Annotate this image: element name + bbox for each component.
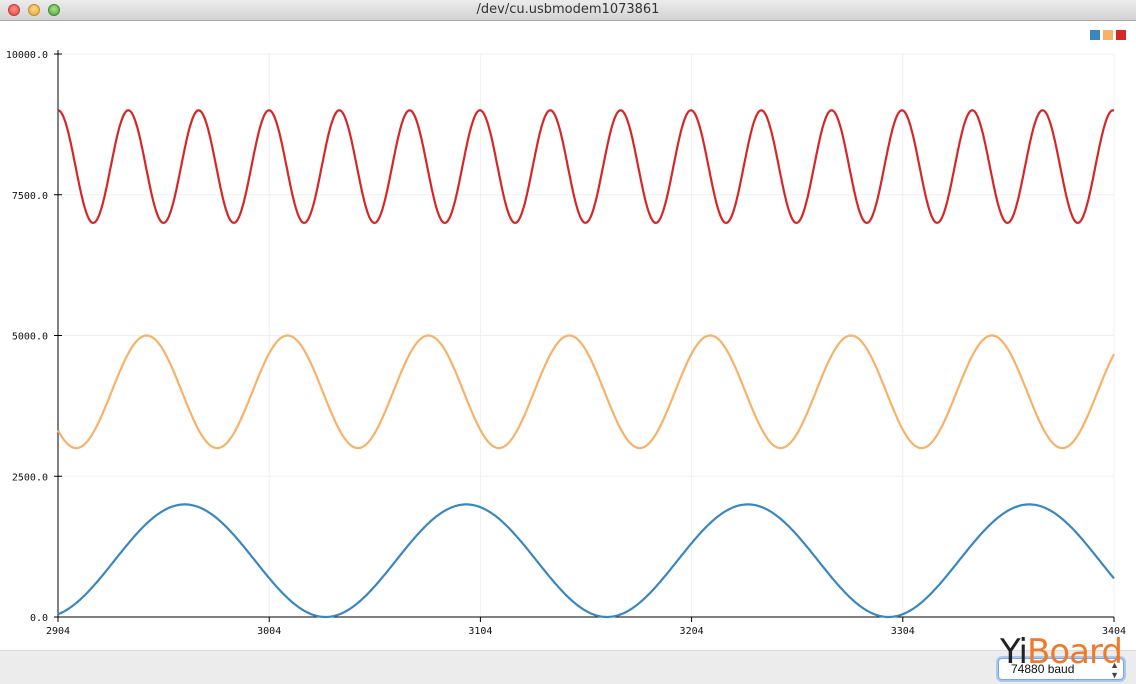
legend-swatch-2 [1103,30,1113,40]
series-line-1 [57,503,1115,619]
watermark-part1: Yi [1000,632,1028,672]
y-tick-label: 2500.0 [12,472,48,483]
bottom-toolbar: 74880 baud ▲ ▼ [0,650,1136,684]
serial-plot-chart: 0.0 2500.0 5000.0 7500.0 10000.0 2904 3004 3104… [6,30,1126,637]
x-tick-label: 3304 [891,626,915,637]
x-tick-label: 3204 [680,626,704,637]
y-tick-label: 5000.0 [12,332,48,343]
window-title: /dev/cu.usbmodem1073861 [476,2,660,17]
y-tick-label: 10000.0 [6,50,48,61]
legend-swatch-3 [1116,30,1126,40]
watermark-logo: YiBoard [1000,632,1123,672]
legend-swatch-1 [1090,30,1100,40]
window-titlebar: /dev/cu.usbmodem1073861 [0,0,1136,21]
y-tick-label: 7500.0 [12,191,48,202]
y-tick-label: 0.0 [30,613,48,624]
series-line-3 [57,109,1115,224]
watermark-part2: Board [1027,632,1123,672]
x-tick-label: 2904 [46,626,70,637]
x-tick-label: 3004 [257,626,281,637]
x-tick-label: 3104 [468,626,492,637]
series-line-2 [57,334,1115,450]
serial-plotter-area: 0.0 2500.0 5000.0 7500.0 10000.0 2904 3004 3104… [0,21,1136,650]
